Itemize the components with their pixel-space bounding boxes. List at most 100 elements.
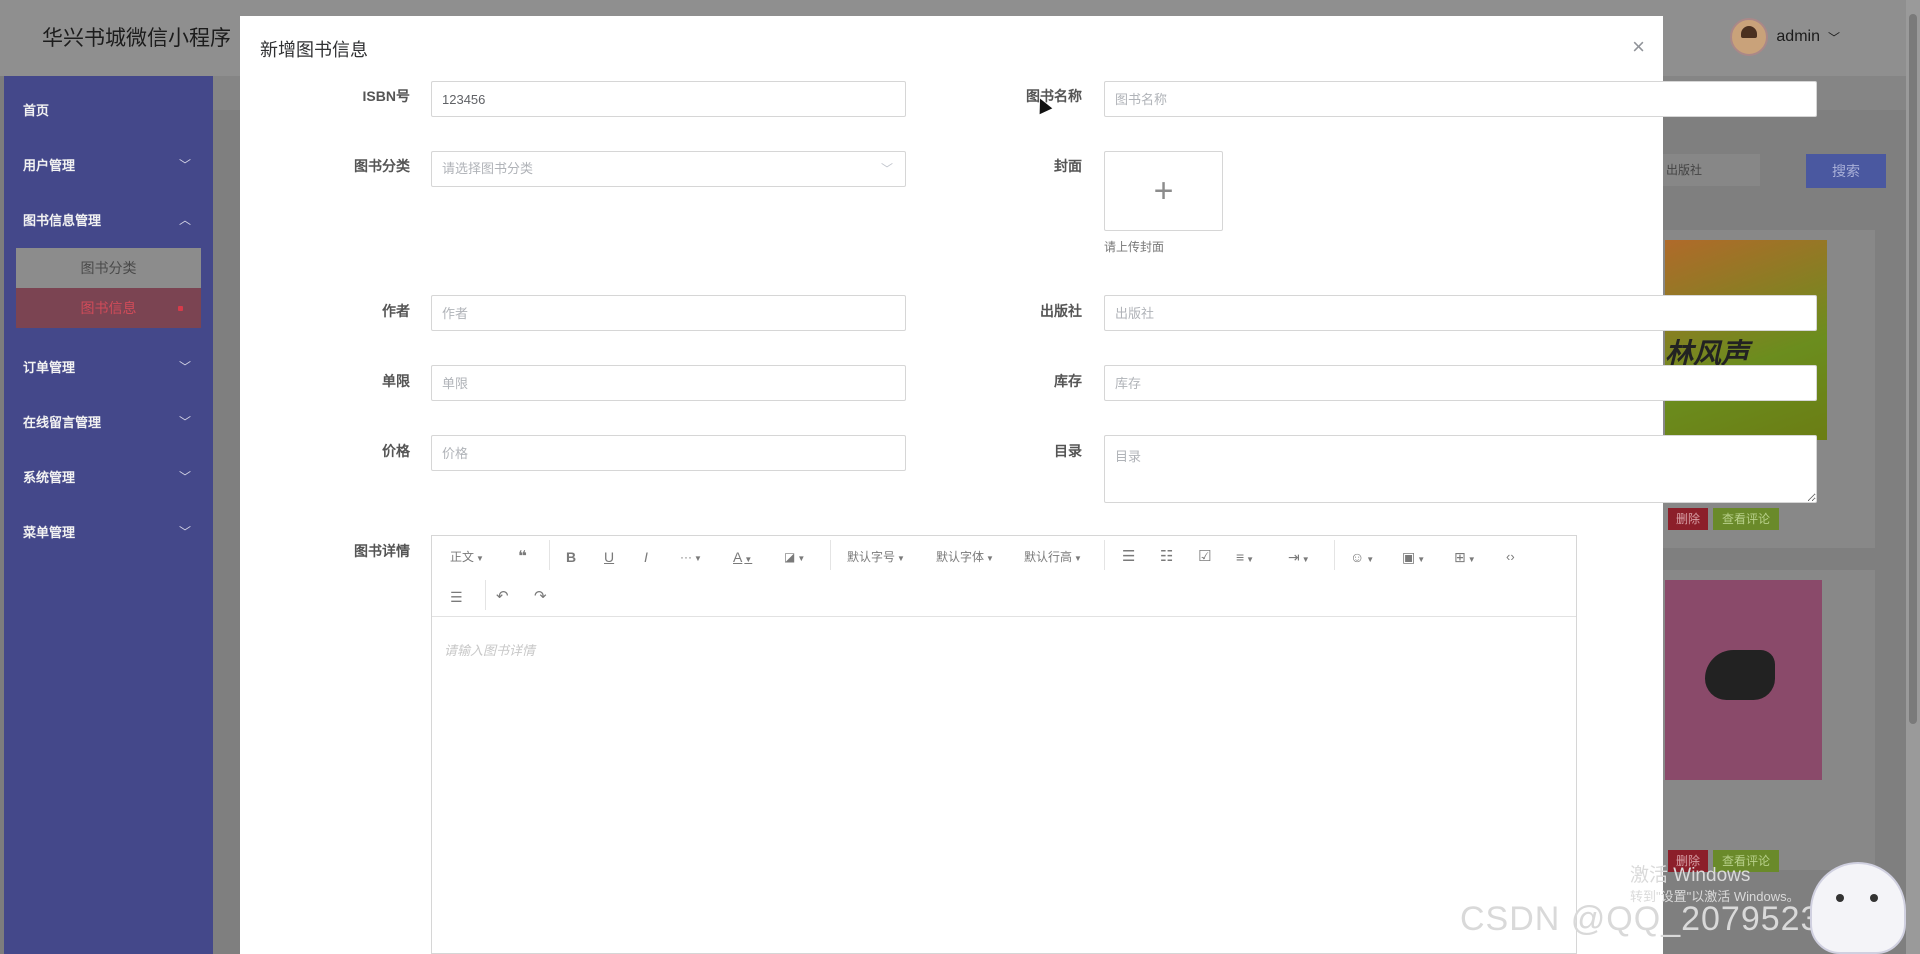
paragraph-format-dropdown[interactable]: 正文 ▼ <box>450 543 484 571</box>
avatar[interactable] <box>1730 18 1769 56</box>
editor-placeholder[interactable]: 请输入图书详情 <box>444 640 535 659</box>
publisher-label: 出版社 <box>1040 303 1082 319</box>
price-label: 价格 <box>382 443 410 459</box>
category-placeholder: 请选择图书分类 <box>442 161 534 176</box>
category-select[interactable]: 请选择图书分类 ﹀ <box>431 151 906 187</box>
book-cover-image: 林风声 <box>1665 240 1827 440</box>
font-family-dropdown[interactable]: 默认字体 ▼ <box>936 543 994 571</box>
stock-label: 库存 <box>1054 373 1082 389</box>
limit-input[interactable] <box>431 365 906 401</box>
chevron-down-icon: ﹀ <box>178 415 191 429</box>
table-icon[interactable]: ⊞ ▼ <box>1454 543 1476 571</box>
chevron-down-icon: ﹀ <box>178 158 191 172</box>
caret-down-icon: ▼ <box>476 554 484 563</box>
price-input[interactable] <box>431 435 906 471</box>
background-color-icon[interactable]: ◪ ▼ <box>784 543 805 571</box>
publisher-input[interactable] <box>1104 295 1817 331</box>
stock-input[interactable] <box>1104 365 1817 401</box>
rich-text-editor: 正文 ▼ ❝ B U I ··· ▼ A ▼ ◪ ▼ 默认字号 ▼ 默认字体 ▼ 默认行高 ▼… <box>431 535 1577 954</box>
sidebar-item-label: 在线留言管理 <box>23 415 102 430</box>
isbn-input[interactable] <box>431 81 906 117</box>
paragraph-format-label: 正文 <box>450 550 475 564</box>
sidebar-item-label: 系统管理 <box>23 470 76 485</box>
numbered-list-icon[interactable]: ☷ <box>1160 543 1173 571</box>
italic-icon[interactable]: I <box>644 543 648 571</box>
indent-icon[interactable]: ⇥ ▼ <box>1288 543 1310 571</box>
chevron-down-icon[interactable]: ﹀ <box>1828 29 1840 46</box>
toc-label: 目录 <box>1054 443 1082 459</box>
book-name-input[interactable] <box>1104 81 1817 117</box>
toolbar-separator <box>485 580 486 610</box>
sidebar: 首页 用户管理 ﹀ 图书信息管理 ︿ 图书分类 图书信息 订单管理 ﹀ 在线留言管理 ﹀… <box>4 76 213 954</box>
publisher-search-input[interactable]: 出版社 <box>1660 154 1760 186</box>
sidebar-item-menus[interactable]: 菜单管理 ﹀ <box>4 505 213 560</box>
toolbar-separator <box>549 540 550 570</box>
toc-textarea[interactable] <box>1104 435 1817 503</box>
author-label: 作者 <box>382 303 410 319</box>
isbn-label: ISBN号 <box>362 88 410 104</box>
redo-icon[interactable]: ↷ <box>534 583 547 611</box>
close-icon[interactable]: × <box>1632 34 1645 60</box>
app-title: 华兴书城微信小程序 <box>42 27 231 50</box>
image-icon[interactable]: ▣ ▼ <box>1402 543 1425 571</box>
search-button[interactable]: 搜索 <box>1806 154 1886 188</box>
mascot-icon <box>1810 862 1906 954</box>
quote-icon[interactable]: ❝ <box>518 543 527 571</box>
font-size-label: 默认字号 <box>847 550 896 564</box>
sidebar-subitem-book-info[interactable]: 图书信息 <box>16 288 201 328</box>
cover-hint: 请上传封面 <box>1104 240 1165 254</box>
underline-icon[interactable]: U <box>604 543 614 571</box>
plus-icon: + <box>1153 172 1174 210</box>
font-family-label: 默认字体 <box>936 550 985 564</box>
sidebar-item-label: 图书信息管理 <box>23 213 102 228</box>
font-size-dropdown[interactable]: 默认字号 ▼ <box>847 543 905 571</box>
undo-icon[interactable]: ↶ <box>496 583 509 611</box>
hen-illustration <box>1705 650 1775 700</box>
sidebar-item-users[interactable]: 用户管理 ﹀ <box>4 138 213 193</box>
font-color-icon[interactable]: A ▼ <box>733 543 752 571</box>
details-label: 图书详情 <box>354 543 410 559</box>
editor-toolbar: 正文 ▼ ❝ B U I ··· ▼ A ▼ ◪ ▼ 默认字号 ▼ 默认字体 ▼ 默认行高 ▼… <box>432 536 1576 617</box>
bold-icon[interactable]: B <box>566 543 576 571</box>
sidebar-item-system[interactable]: 系统管理 ﹀ <box>4 450 213 505</box>
username[interactable]: admin <box>1776 28 1820 46</box>
chevron-down-icon: ﹀ <box>880 162 893 176</box>
toolbar-separator <box>830 540 831 570</box>
align-icon[interactable]: ≡ ▼ <box>1236 543 1254 571</box>
chevron-down-icon: ﹀ <box>178 360 191 374</box>
windows-activation-watermark: 激活 Windows <box>1630 865 1751 886</box>
chevron-up-icon: ︿ <box>178 213 191 227</box>
divider-icon[interactable]: ☰ <box>450 583 463 611</box>
line-height-label: 默认行高 <box>1024 550 1073 564</box>
emoji-icon[interactable]: ☺ ▼ <box>1350 543 1374 571</box>
sidebar-item-label: 用户管理 <box>23 158 76 173</box>
sidebar-subitem-category[interactable]: 图书分类 <box>16 248 201 288</box>
delete-button[interactable]: 删除 <box>1668 508 1708 530</box>
book-name-label: 图书名称 <box>1026 88 1082 104</box>
cover-label: 封面 <box>1054 158 1082 174</box>
page-scrollbar[interactable] <box>1906 0 1920 954</box>
user-menu[interactable]: admin ﹀ <box>1730 18 1840 56</box>
sidebar-item-label: 订单管理 <box>23 360 76 375</box>
book-cover-image <box>1665 580 1822 780</box>
toolbar-separator <box>1104 540 1105 570</box>
toolbar-separator <box>1334 540 1335 570</box>
cover-upload[interactable]: + <box>1104 151 1223 231</box>
dialog-title: 新增图书信息 <box>260 40 368 60</box>
sidebar-item-orders[interactable]: 订单管理 ﹀ <box>4 340 213 395</box>
view-comments-button[interactable]: 查看评论 <box>1713 508 1779 530</box>
sidebar-item-label: 菜单管理 <box>23 525 76 540</box>
sidebar-item-label: 首页 <box>23 103 50 118</box>
chevron-down-icon: ﹀ <box>178 470 191 484</box>
more-format-icon[interactable]: ··· ▼ <box>680 543 702 571</box>
bulleted-list-icon[interactable]: ☰ <box>1122 543 1135 571</box>
sidebar-item-messages[interactable]: 在线留言管理 ﹀ <box>4 395 213 450</box>
todo-checkbox-icon[interactable]: ☑ <box>1198 543 1211 571</box>
chevron-down-icon: ﹀ <box>178 525 191 539</box>
code-icon[interactable]: ‹› <box>1506 543 1515 571</box>
line-height-dropdown[interactable]: 默认行高 ▼ <box>1024 543 1082 571</box>
sidebar-item-home[interactable]: 首页 <box>4 83 213 138</box>
author-input[interactable] <box>431 295 906 331</box>
sidebar-item-book-info[interactable]: 图书信息管理 ︿ <box>4 193 213 248</box>
category-label: 图书分类 <box>354 158 410 174</box>
